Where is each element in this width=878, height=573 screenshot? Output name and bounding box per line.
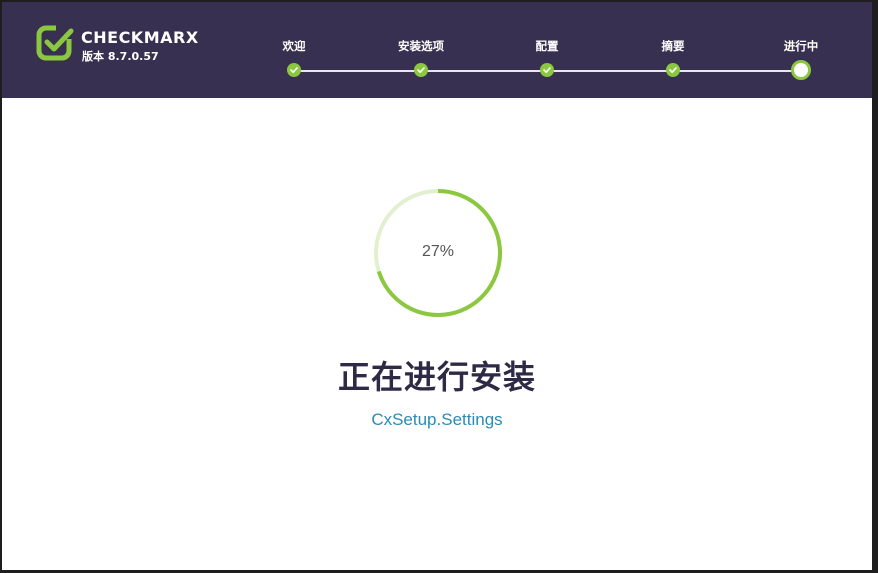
install-status-title: 正在进行安装 [337,358,536,396]
check-icon [287,63,301,77]
step-label: 欢迎 [282,39,306,53]
installer-window: CHECKMARX 版本 8.7.0.57 欢迎 安装选项 配置 摘要 进行中 … [2,2,872,570]
header-bar: CHECKMARX 版本 8.7.0.57 欢迎 安装选项 配置 摘要 进行中 [2,2,872,98]
install-current-task: CxSetup.Settings [371,410,503,429]
check-icon [414,63,428,77]
check-icon [540,63,554,77]
step-label: 进行中 [783,39,819,53]
step-configuration: 配置 [502,38,592,88]
step-label: 配置 [535,39,559,53]
step-label: 摘要 [661,39,685,53]
step-summary: 摘要 [628,38,718,88]
progress-percent: 27% [421,243,455,260]
step-in-progress: 进行中 [756,38,846,88]
step-install-options: 安装选项 [376,38,466,88]
step-welcome: 欢迎 [249,38,339,88]
current-step-indicator [791,60,811,80]
wizard-steps: 欢迎 安装选项 配置 摘要 进行中 [2,2,872,98]
check-icon [666,63,680,77]
step-label: 安装选项 [398,39,444,53]
